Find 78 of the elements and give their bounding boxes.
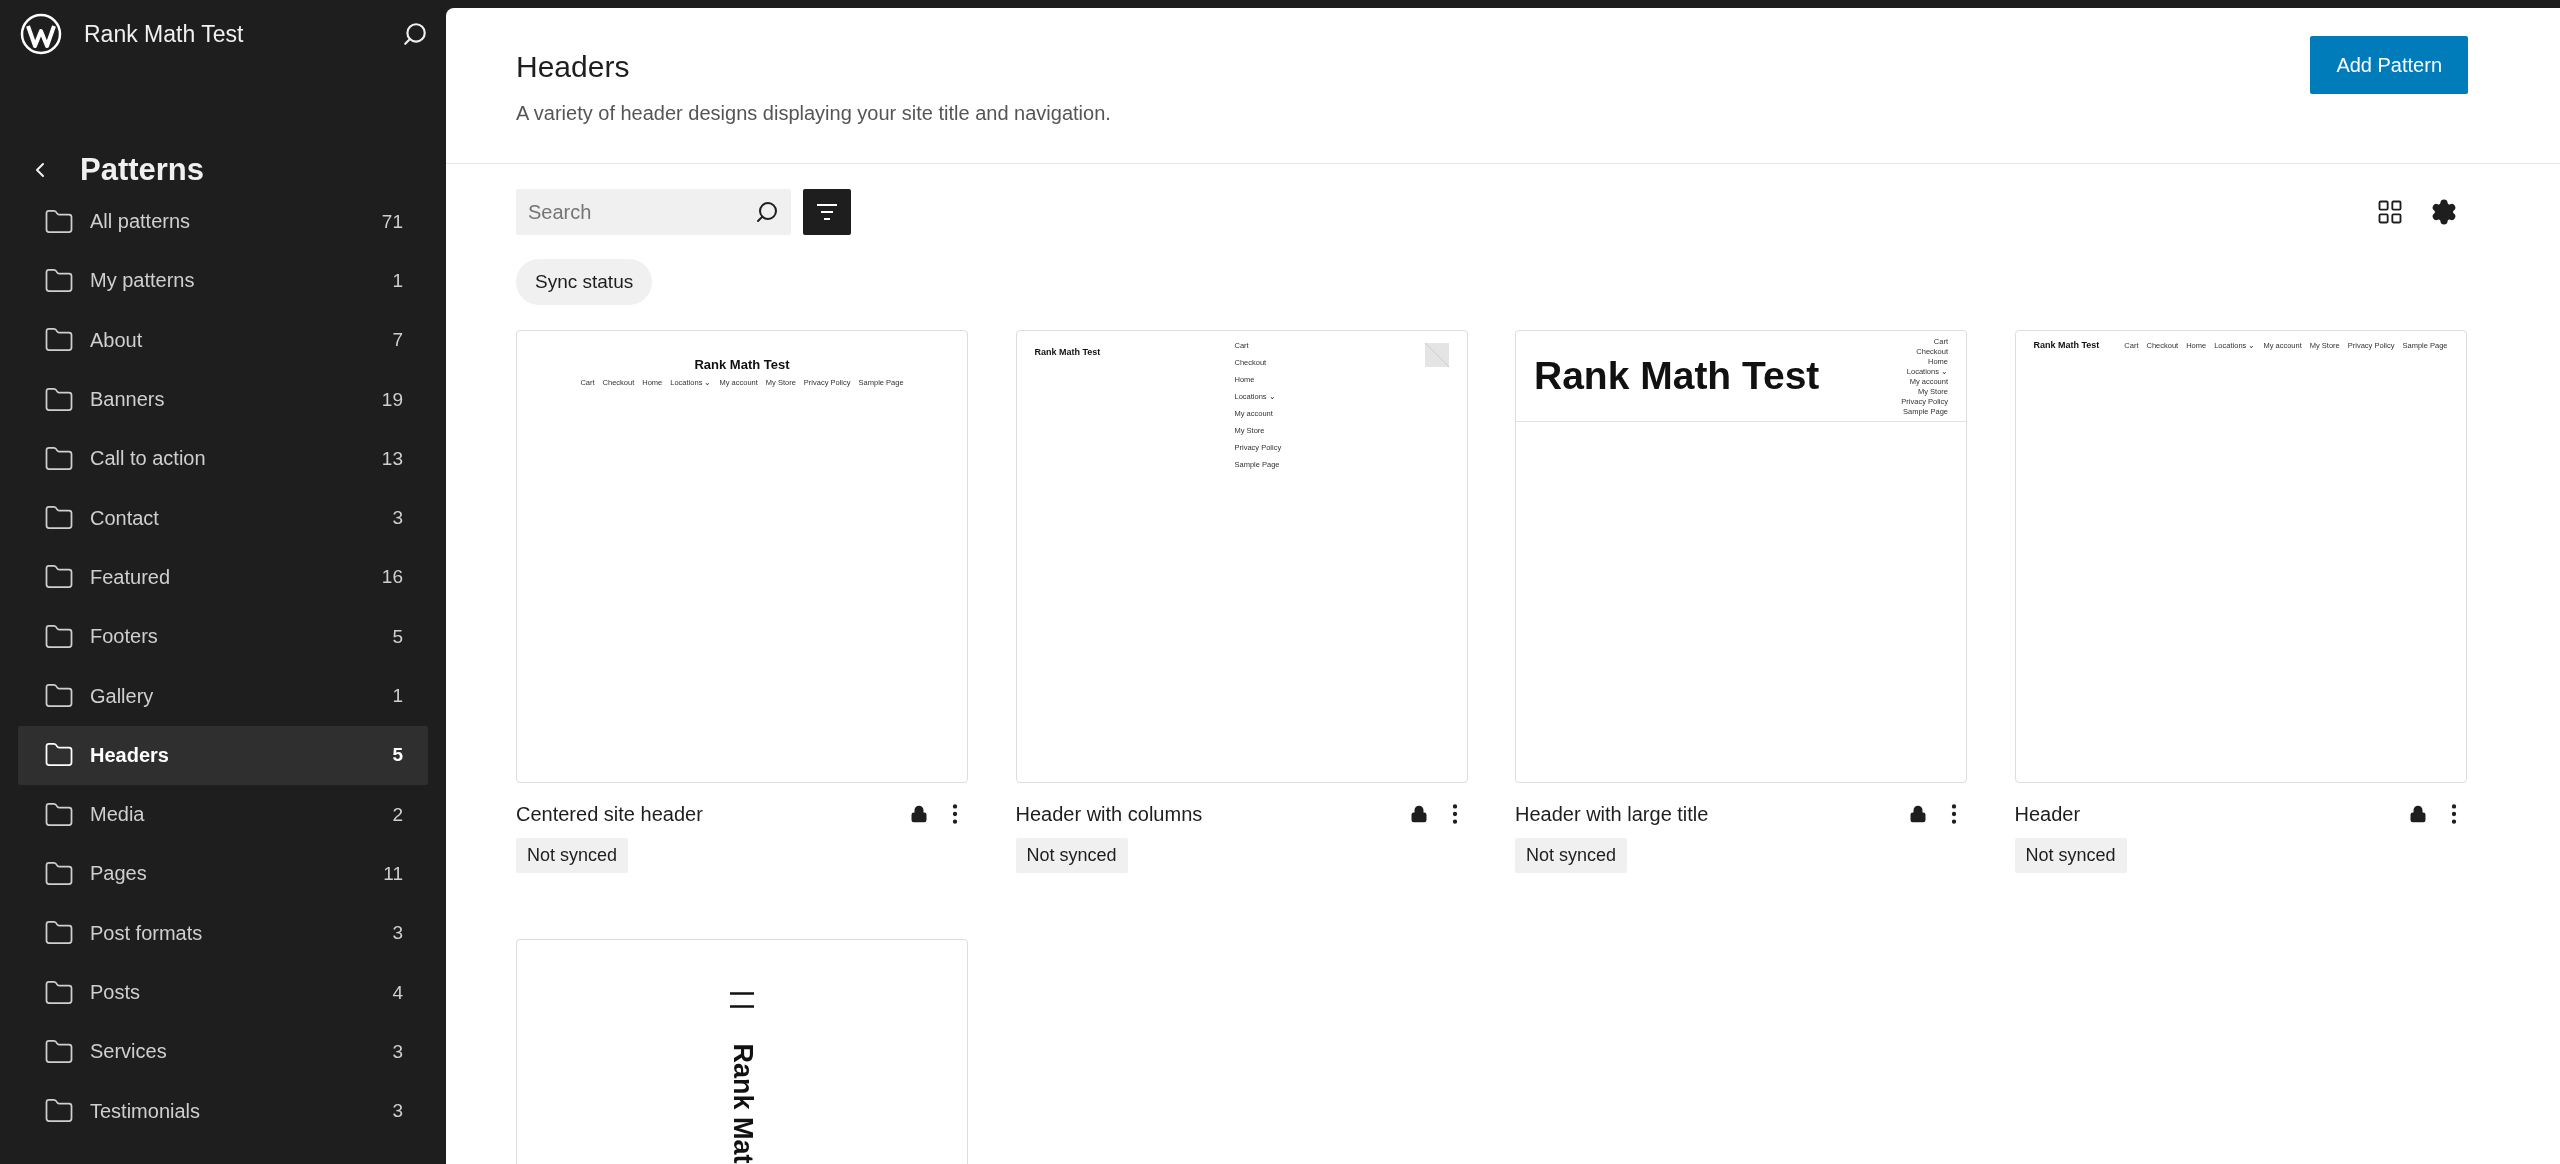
category-label: Headers [90, 743, 170, 767]
sync-status-filter[interactable]: Sync status [516, 259, 653, 305]
preview-site-title: Rank Math Test [1034, 347, 1101, 357]
category-count: 3 [392, 1100, 403, 1123]
page-title: Headers [516, 50, 631, 84]
page-description: A variety of header designs displaying your site title and navigation. [516, 102, 1111, 125]
category-label: Services [90, 1040, 168, 1064]
filter-icon [816, 203, 838, 221]
category-count: 3 [392, 922, 403, 945]
preview-site-title: Rank Math Test [1534, 354, 1820, 398]
preview-site-title: Rank Mat [726, 1043, 758, 1164]
category-item[interactable]: Media 2 [18, 784, 428, 845]
wordpress-logo-icon[interactable] [20, 13, 62, 55]
section-title: Patterns [80, 152, 205, 188]
category-label: Featured [90, 565, 172, 589]
category-count: 2 [392, 803, 403, 826]
pattern-preview[interactable]: Rank Mat [516, 939, 968, 1164]
category-item[interactable]: Gallery 1 [18, 666, 428, 726]
category-label: Testimonials [90, 1099, 202, 1123]
category-count: 1 [392, 269, 403, 292]
category-item[interactable]: About 7 [18, 310, 428, 370]
search-icon[interactable] [402, 21, 428, 47]
category-count: 71 [381, 210, 403, 233]
category-item[interactable]: Services 3 [18, 1022, 428, 1082]
image-placeholder-icon [1424, 343, 1449, 367]
category-item[interactable]: Featured 16 [18, 547, 428, 608]
add-pattern-button[interactable]: Add Pattern [2310, 36, 2468, 94]
category-count: 7 [392, 329, 403, 352]
category-item[interactable]: Posts 4 [18, 962, 428, 1023]
category-item[interactable]: Banners 19 [18, 369, 428, 430]
search-icon [755, 200, 779, 224]
site-title: Rank Math Test [84, 20, 245, 48]
menu-icon [730, 992, 754, 1008]
category-item[interactable]: My patterns 1 [18, 251, 428, 311]
pattern-title: Header [2014, 802, 2082, 826]
category-count: 13 [381, 447, 403, 470]
preview-site-title: Rank Math Test [2033, 340, 2100, 350]
category-item[interactable]: Call to action 13 [18, 429, 428, 489]
category-label: Banners [90, 388, 166, 412]
category-label: Pages [90, 862, 148, 886]
settings-icon[interactable] [2430, 198, 2458, 226]
category-count: 11 [383, 862, 403, 885]
category-label: Gallery [90, 684, 155, 708]
preview-site-title: Rank Math Test [694, 357, 790, 372]
category-label: All patterns [90, 210, 192, 234]
pattern-title: Header with columns [1015, 802, 1204, 826]
sync-badge: Not synced [516, 838, 629, 873]
pattern-title: Centered site header [516, 802, 704, 826]
category-count: 1 [392, 685, 403, 707]
category-label: My patterns [90, 269, 196, 293]
pattern-title: Header with large title [1515, 802, 1710, 826]
category-count: 3 [392, 507, 403, 530]
category-label: Contact [90, 506, 160, 530]
sync-badge: Not synced [1015, 838, 1128, 873]
grid-view-icon[interactable] [2376, 198, 2404, 226]
filter-button[interactable] [803, 189, 851, 235]
category-item[interactable]: Post formats 3 [18, 903, 428, 963]
category-count: 4 [392, 981, 403, 1004]
category-label: Post formats [90, 921, 204, 945]
sync-badge: Not synced [2014, 838, 2127, 873]
category-item[interactable]: Testimonials 3 [18, 1081, 428, 1141]
category-item[interactable]: Pages 11 [18, 844, 428, 904]
category-label: Media [90, 803, 146, 827]
category-count: 16 [381, 566, 403, 589]
category-count: 3 [392, 1040, 403, 1063]
category-count: 5 [392, 744, 403, 767]
sync-badge: Not synced [1515, 838, 1628, 873]
category-label: About [90, 328, 144, 352]
category-count: 5 [392, 625, 403, 648]
category-item[interactable]: Footers 5 [18, 607, 428, 667]
category-label: Posts [90, 981, 142, 1004]
category-count: 19 [381, 388, 403, 411]
category-label: Footers [90, 625, 159, 649]
category-item[interactable]: Contact 3 [18, 488, 428, 548]
category-item[interactable]: All patterns 71 [18, 192, 428, 252]
search-field[interactable]: Search [516, 189, 791, 235]
category-item[interactable]: Headers 5 [18, 725, 428, 785]
category-label: Call to action [90, 447, 207, 471]
